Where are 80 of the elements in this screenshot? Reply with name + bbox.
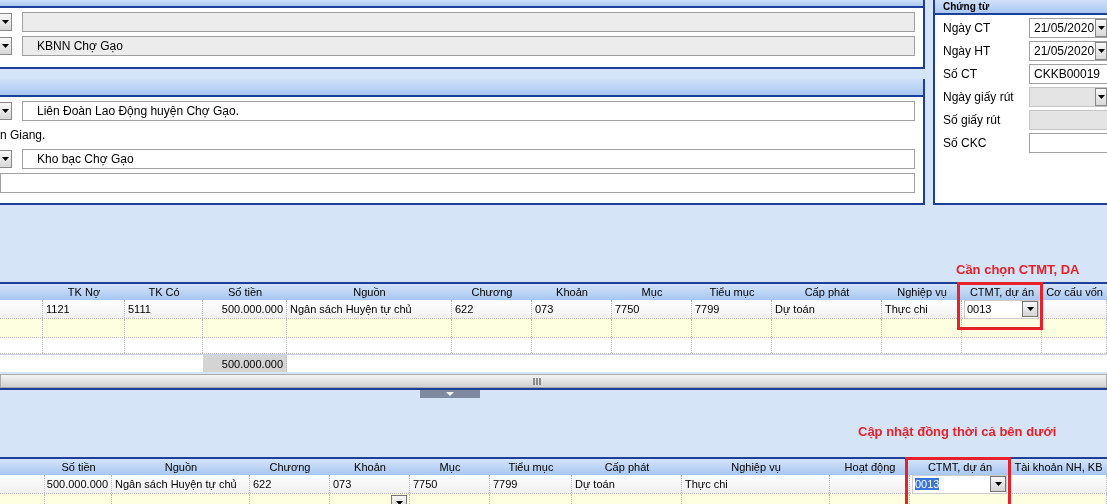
dropdown-button[interactable]	[1095, 42, 1107, 60]
column-header[interactable]: Nguồn	[112, 459, 250, 475]
input-field[interactable]	[1029, 133, 1107, 153]
dropdown-button[interactable]	[0, 13, 12, 31]
dropdown-arrow-icon	[1097, 49, 1105, 53]
column-header[interactable]: Cấp phát	[572, 459, 682, 475]
column-header[interactable]: Chương	[452, 284, 532, 300]
dropdown-arrow-icon	[2, 20, 9, 24]
dropdown-arrow-icon	[1026, 307, 1034, 311]
column-header[interactable]: Mục	[612, 284, 692, 300]
field-label: Ngày CT	[943, 21, 992, 35]
dropdown-arrow-icon	[2, 108, 9, 113]
table-cell: Thực chi	[682, 475, 830, 493]
column-header[interactable]: Khoản	[330, 459, 410, 475]
dropdown-arrow-icon	[1097, 26, 1105, 30]
dropdown-arrow-icon	[1097, 95, 1105, 99]
address-text: n Giang.	[0, 126, 46, 144]
column-header[interactable]: CTMT, dự án	[962, 284, 1042, 300]
table-cell: Dự toán	[772, 300, 882, 318]
column-header[interactable]: Chương	[250, 459, 330, 475]
column-header[interactable]: Nguồn	[287, 284, 452, 300]
dropdown-button[interactable]	[0, 149, 12, 168]
date-picker[interactable]: 21/05/2020	[1029, 18, 1107, 38]
dropdown-button[interactable]	[990, 476, 1006, 492]
column-header[interactable]: Nghiệp vụ	[882, 284, 962, 300]
field-label: Ngày giấy rút	[943, 90, 1015, 104]
dropdown-arrow-icon	[2, 44, 9, 48]
field-label: Số CT	[943, 67, 978, 81]
field-label: Số giấy rút	[943, 113, 1002, 127]
dropdown-button[interactable]	[0, 101, 12, 120]
dropdown-button[interactable]	[0, 37, 12, 55]
dropdown-button[interactable]	[1022, 301, 1038, 317]
column-header[interactable]: TK Nợ	[43, 284, 125, 300]
text-field[interactable]	[0, 172, 915, 193]
table-cell: 7750	[612, 300, 692, 318]
table-cell: 622	[250, 475, 330, 493]
table-cell: Ngân sách Huyện tự chủ	[287, 300, 452, 318]
annotation-text: Cần chọn CTMT, DA	[956, 262, 1080, 277]
column-header[interactable]: Khoản	[532, 284, 612, 300]
table-cell: 5111	[125, 300, 203, 318]
field-label: Số CKC	[943, 136, 988, 150]
table-cell: 7799	[692, 300, 772, 318]
table-cell: 073	[330, 475, 410, 493]
column-header[interactable]: Tài khoản NH, KB	[1010, 459, 1107, 475]
table-cell: Dự toán	[572, 475, 682, 493]
column-header[interactable]: Số tiền	[203, 284, 287, 300]
column-header[interactable]: Cơ cấu vốn	[1042, 284, 1107, 300]
column-header[interactable]: Mục	[410, 459, 490, 475]
input-field[interactable]: CKKB00019	[1029, 64, 1107, 84]
column-header[interactable]: TK Có	[125, 284, 203, 300]
column-header[interactable]: Tiểu mục	[692, 284, 772, 300]
table-cell: 073	[532, 300, 612, 318]
column-header[interactable]: Cấp phát	[772, 284, 882, 300]
text-field[interactable]: Liên Đoàn Lao Động huyện Chợ Gạo.	[22, 100, 915, 121]
field-label: Ngày HT	[943, 44, 992, 58]
dropdown-button[interactable]	[1095, 19, 1107, 37]
column-header[interactable]: Tiểu mục	[490, 459, 572, 475]
dropdown-arrow-icon	[2, 156, 9, 161]
table-cell: Ngân sách Huyện tự chủ	[112, 475, 250, 493]
dropdown-arrow-icon	[994, 482, 1002, 486]
dropdown-arrow-icon	[395, 501, 403, 504]
column-header[interactable]: Nghiệp vụ	[682, 459, 830, 475]
table-cell: 500.000.000	[45, 475, 112, 493]
scroll-grip-icon	[533, 377, 542, 385]
table-cell: 7799	[490, 475, 572, 493]
column-header[interactable]: CTMT, dự án	[910, 459, 1010, 475]
table-cell: 622	[452, 300, 532, 318]
table-cell: 1121	[43, 300, 125, 318]
panel-title: Chứng từ	[935, 0, 1107, 15]
splitter-handle[interactable]	[420, 390, 480, 398]
column-header[interactable]: Hoạt động	[830, 459, 910, 475]
date-picker[interactable]: 21/05/2020	[1029, 41, 1107, 61]
total-cell: 500.000.000	[203, 355, 287, 372]
table-cell: 7750	[410, 475, 490, 493]
table-cell: Thực chi	[882, 300, 962, 318]
horizontal-scrollbar[interactable]	[0, 374, 1107, 388]
column-header[interactable]: Số tiền	[45, 459, 112, 475]
text-field[interactable]: Kho bạc Chợ Gạo	[22, 148, 915, 169]
annotation-text: Cập nhật đồng thời cả bên dưới	[858, 424, 1057, 439]
table-cell: 500.000.000	[203, 300, 287, 318]
